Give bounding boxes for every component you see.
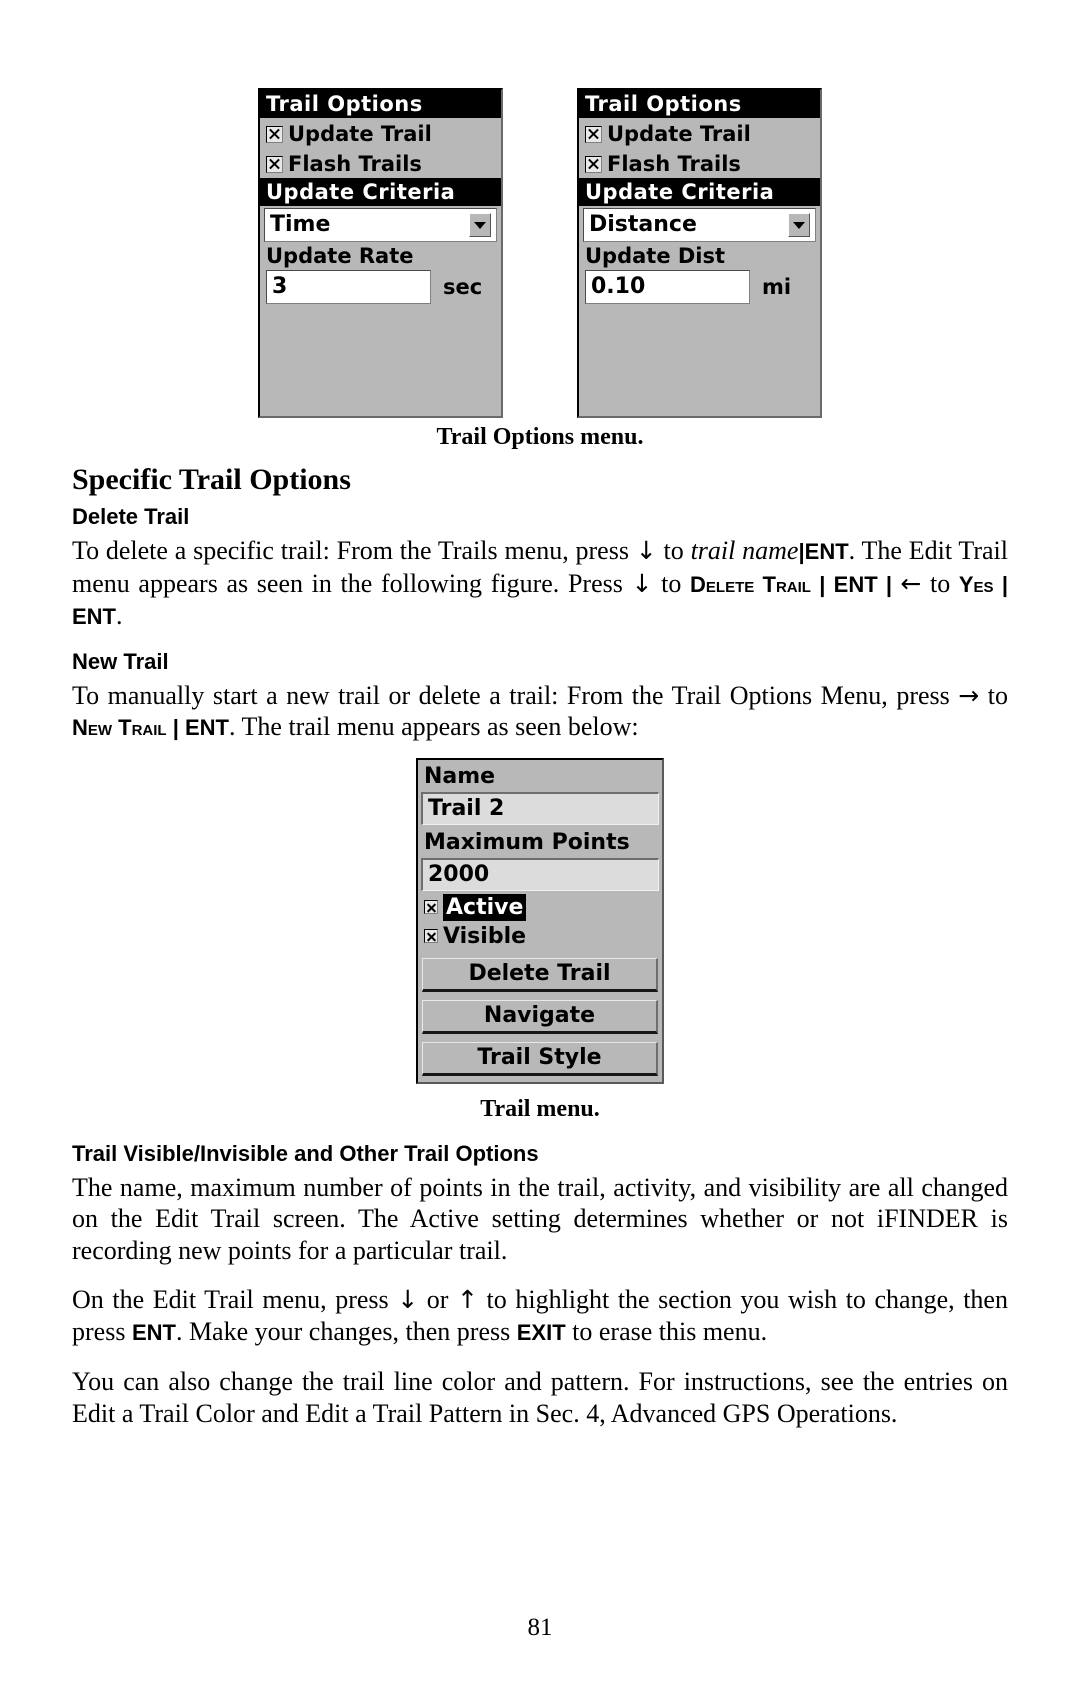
- figure-trail-options: Trail Options Update Trail Flash Trails …: [0, 88, 1080, 418]
- chevron-down-icon[interactable]: [788, 213, 810, 237]
- page-number: 81: [527, 1614, 553, 1641]
- text-run: to: [921, 568, 959, 598]
- paragraph-trail-visible-3: You can also change the trail line color…: [72, 1367, 1008, 1428]
- menu-delete-trail: Delete Trail: [690, 571, 811, 597]
- checkbox-checked-icon[interactable]: [266, 155, 283, 173]
- checkbox-checked-icon[interactable]: [424, 900, 438, 914]
- text-trail-name-italic: trail name: [690, 536, 799, 565]
- text-separator: |: [166, 715, 185, 740]
- navigate-button[interactable]: Navigate: [422, 999, 658, 1034]
- text-run: On the Edit Trail menu, press: [72, 1285, 398, 1314]
- figure-caption-trail-menu: Trail menu.: [480, 1095, 600, 1122]
- label-name: Name: [424, 763, 496, 789]
- text-run: To delete a specific trail: From the Tra…: [72, 536, 636, 565]
- dropdown-update-criteria[interactable]: Distance: [583, 208, 816, 242]
- lcd-screen-trail-options-distance: Trail Options Update Trail Flash Trails …: [577, 88, 822, 418]
- input-update-rate[interactable]: 3: [266, 270, 431, 304]
- dropdown-update-criteria[interactable]: Time: [264, 208, 497, 242]
- arrow-up-icon: ↑: [457, 1285, 478, 1314]
- trail-style-button[interactable]: Trail Style: [422, 1041, 658, 1076]
- text-run: to: [652, 568, 691, 598]
- checkbox-row-flash-trails[interactable]: Flash Trails: [579, 148, 820, 178]
- label-update-rate: Update Rate: [266, 244, 414, 268]
- manual-page: Trail Options Update Trail Flash Trails …: [0, 0, 1080, 1682]
- arrow-down-icon: ↓: [635, 536, 657, 565]
- dropdown-value: Distance: [589, 212, 697, 237]
- lcd-title: Trail Options: [579, 90, 820, 118]
- text-run: or: [418, 1285, 457, 1314]
- figure-trail-menu: Name Trail 2 Maximum Points 2000 Active …: [72, 757, 1008, 1084]
- heading-delete-trail: Delete Trail: [72, 504, 190, 529]
- checkbox-label-visible: Visible: [443, 923, 527, 949]
- unit-label-sec: sec: [443, 275, 483, 299]
- text-run: to: [656, 536, 691, 565]
- key-ent: ENT: [833, 571, 878, 597]
- heading-trail-visible: Trail Visible/Invisible and Other Trail …: [72, 1140, 539, 1166]
- text-separator: |: [877, 571, 901, 597]
- arrow-down-icon: ↓: [631, 568, 653, 598]
- checkbox-row-update-trail[interactable]: Update Trail: [579, 118, 820, 148]
- lcd-screen-trail-menu: Name Trail 2 Maximum Points 2000 Active …: [416, 757, 664, 1084]
- input-maximum-points[interactable]: 2000: [421, 857, 659, 891]
- paragraph-new-trail: To manually start a new trail or delete …: [72, 680, 1008, 744]
- checkbox-checked-icon[interactable]: [585, 125, 602, 143]
- delete-trail-button[interactable]: Delete Trail: [422, 957, 658, 992]
- unit-label-mi: mi: [762, 275, 792, 299]
- label-maximum-points: Maximum Points: [424, 829, 630, 855]
- update-rate-row: 3 sec: [260, 270, 501, 304]
- checkbox-row-flash-trails[interactable]: Flash Trails: [260, 148, 501, 178]
- lcd-section-update-criteria: Update Criteria: [260, 178, 501, 206]
- key-ent: ENT: [131, 1319, 176, 1345]
- dropdown-value: Time: [270, 212, 331, 237]
- key-ent: ENT: [804, 539, 849, 564]
- checkbox-checked-icon[interactable]: [585, 155, 602, 173]
- menu-yes: Yes: [958, 571, 994, 597]
- text-separator: |: [810, 571, 834, 597]
- text-separator: |: [993, 571, 1008, 597]
- label-update-dist: Update Dist: [585, 244, 726, 268]
- checkbox-label-update-trail: Update Trail: [288, 122, 432, 146]
- text-run: . The trail menu appears as seen below:: [229, 712, 639, 741]
- checkbox-row-update-trail[interactable]: Update Trail: [260, 118, 501, 148]
- text-run: to: [979, 680, 1008, 710]
- input-update-dist[interactable]: 0.10: [585, 270, 750, 304]
- checkbox-checked-icon[interactable]: [424, 929, 438, 943]
- paragraph-delete-trail: To delete a specific trail: From the Tra…: [72, 535, 1008, 633]
- checkbox-label-flash-trails: Flash Trails: [607, 152, 741, 176]
- key-exit: EXIT: [516, 1319, 566, 1345]
- paragraph-trail-visible-2: On the Edit Trail menu, press ↓ or ↑ to …: [72, 1284, 1008, 1348]
- figure-caption-trail-options: Trail Options menu.: [436, 424, 644, 450]
- text-run: To manually start a new trail or delete …: [72, 680, 959, 710]
- text-run: .: [116, 601, 123, 630]
- lcd-section-update-criteria: Update Criteria: [579, 178, 820, 206]
- checkbox-label-update-trail: Update Trail: [607, 122, 751, 146]
- key-ent: ENT: [72, 604, 116, 629]
- menu-new-trail: New Trail: [72, 715, 167, 740]
- text-run: to erase this menu.: [565, 1316, 768, 1346]
- lcd-screen-trail-options-time: Trail Options Update Trail Flash Trails …: [258, 88, 503, 418]
- heading-new-trail: New Trail: [72, 648, 169, 674]
- content-upper: Specific Trail Options Delete Trail To d…: [72, 462, 1008, 1429]
- lcd-title: Trail Options: [260, 90, 501, 118]
- checkbox-label-active: Active: [443, 893, 527, 921]
- checkbox-row-active[interactable]: Active: [420, 893, 660, 921]
- input-trail-name[interactable]: Trail 2: [421, 791, 659, 825]
- arrow-right-icon: →: [958, 680, 980, 710]
- arrow-left-icon: ←: [900, 568, 922, 598]
- chevron-down-icon[interactable]: [469, 213, 491, 237]
- checkbox-row-visible[interactable]: Visible: [420, 923, 660, 950]
- paragraph-trail-visible-1: The name, maximum number of points in th…: [72, 1172, 1008, 1265]
- checkbox-checked-icon[interactable]: [266, 125, 283, 143]
- key-ent: ENT: [185, 715, 229, 740]
- checkbox-label-flash-trails: Flash Trails: [288, 152, 422, 176]
- page-title: Specific Trail Options: [72, 463, 351, 496]
- text-run: . Make your changes, then press: [175, 1316, 517, 1346]
- arrow-down-icon: ↓: [397, 1285, 419, 1314]
- update-dist-row: 0.10 mi: [579, 270, 820, 304]
